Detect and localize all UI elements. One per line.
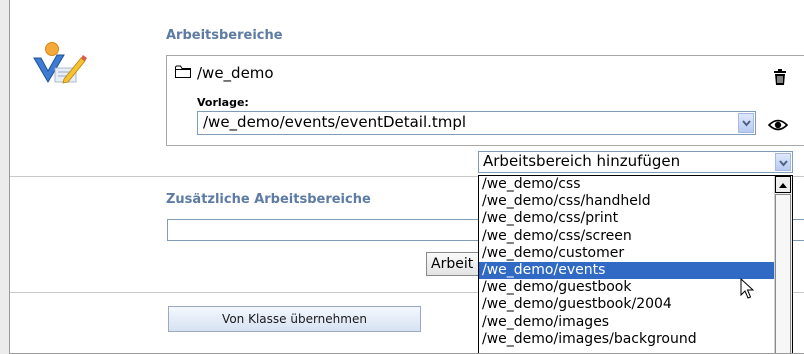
properties-panel: Arbeitsbereiche /we_demo Vorlage: /we_de…	[9, 0, 804, 354]
list-item[interactable]: /we_demo/css/handheld	[479, 193, 792, 210]
list-item[interactable]: /we_demo/images/background	[479, 331, 792, 348]
add-workspace-select[interactable]: Arbeitsbereich hinzufügen	[478, 151, 793, 173]
list-item[interactable]: /we_demo/css/print	[479, 210, 792, 227]
list-item-selected[interactable]: /we_demo/events	[479, 261, 792, 280]
vorlage-label: Vorlage:	[197, 96, 249, 109]
eye-icon[interactable]	[768, 118, 788, 132]
workspaces-title: Arbeitsbereiche	[166, 28, 283, 43]
workspace-logo-icon	[33, 42, 87, 84]
chevron-down-icon[interactable]	[775, 153, 791, 171]
trash-icon[interactable]	[769, 66, 791, 88]
list-item[interactable]: /we_demo/css	[479, 176, 792, 193]
add-workspace-dropdown-list[interactable]: /we_demo/css /we_demo/css/handheld /we_d…	[478, 175, 793, 353]
vorlage-select[interactable]: /we_demo/events/eventDetail.tmpl	[197, 111, 756, 135]
mouse-cursor-icon	[740, 278, 754, 299]
list-item[interactable]: /we_demo/images	[479, 314, 792, 331]
scroll-up-arrow-icon[interactable]	[775, 176, 791, 193]
von-klasse-uebernehmen-button[interactable]: Von Klasse übernehmen	[168, 306, 421, 332]
list-item[interactable]: /we_demo/css/screen	[479, 228, 792, 245]
add-additional-workspace-button[interactable]: Arbeit	[426, 252, 486, 276]
workspace-path: /we_demo	[197, 64, 274, 82]
folder-icon	[175, 65, 191, 78]
list-item[interactable]: /we_demo/customer	[479, 245, 792, 262]
vorlage-select-value: /we_demo/events/eventDetail.tmpl	[203, 113, 467, 131]
workspace-entry: /we_demo Vorlage: /we_demo/events/eventD…	[166, 55, 804, 146]
chevron-down-icon[interactable]	[738, 113, 754, 133]
scrollbar-thumb[interactable]	[775, 194, 791, 353]
additional-workspaces-title: Zusätzliche Arbeitsbereiche	[166, 192, 371, 207]
dropdown-scrollbar[interactable]	[774, 176, 792, 353]
add-workspace-select-value: Arbeitsbereich hinzufügen	[483, 152, 681, 170]
